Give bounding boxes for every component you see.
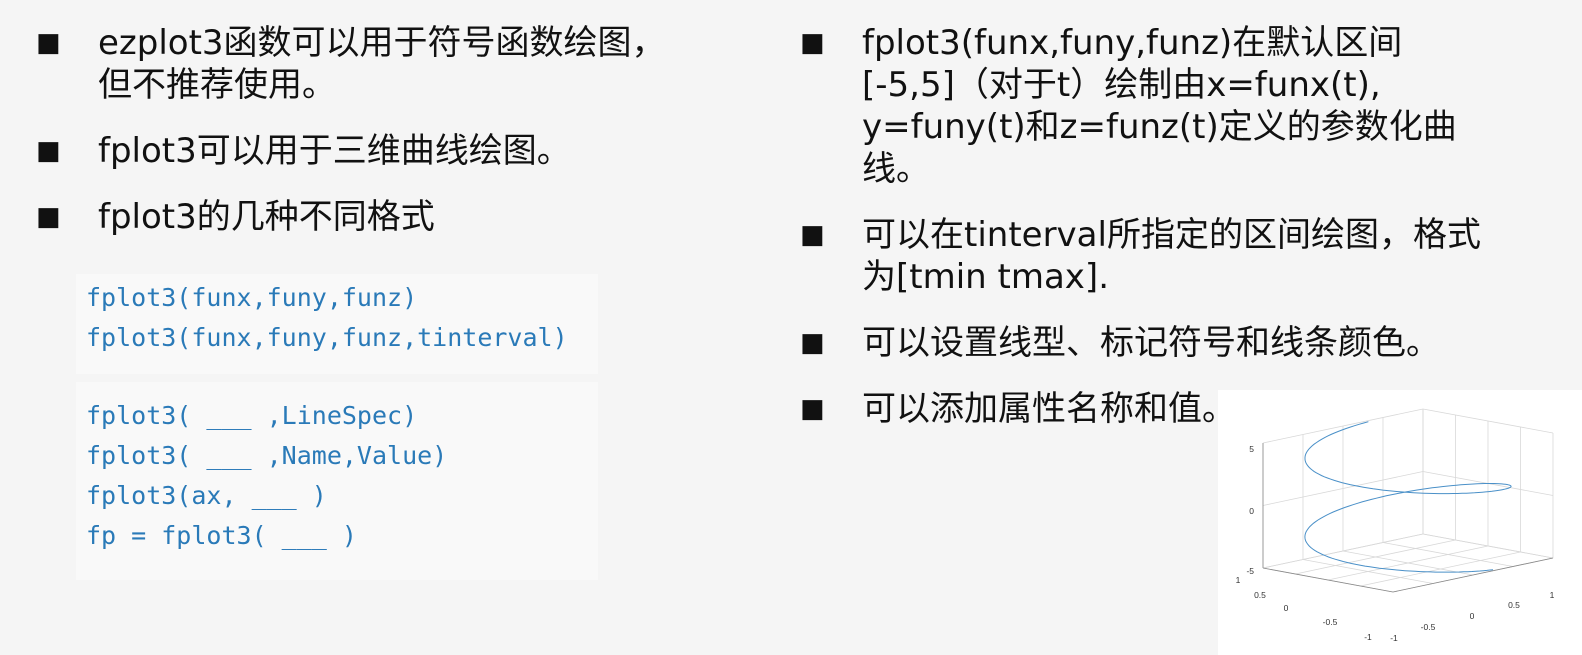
y-tick-label: 0 xyxy=(1470,611,1475,621)
bullet-item: ■ 可以在tinterval所指定的区间绘图，格式为[tmin tmax]. xyxy=(800,214,1520,298)
y-tick-label: 1 xyxy=(1550,590,1555,600)
bullet-item: ■ fplot3(funx,funy,funz)在默认区间[-5,5]（对于t）… xyxy=(800,22,1520,190)
code-line: fplot3( ___ ,Name,Value) xyxy=(86,441,448,470)
helix-plot: 5 0 -5 1 0.5 0 -0.5 -1 -1 -0.5 0 0.5 1 xyxy=(1236,408,1555,643)
bullet-square-icon: ■ xyxy=(36,136,61,166)
z-tick-label: 5 xyxy=(1249,444,1254,454)
bullet-text: fplot3可以用于三维曲线绘图。 xyxy=(98,131,571,171)
x-tick-label: -1 xyxy=(1364,632,1372,642)
x-tick-label: 0 xyxy=(1284,603,1289,613)
bullet-text: 可以在tinterval所指定的区间绘图，格式为[tmin tmax]. xyxy=(862,215,1481,297)
bullet-square-icon: ■ xyxy=(800,394,825,424)
bullet-text: fplot3(funx,funy,funz)在默认区间[-5,5]（对于t）绘制… xyxy=(862,23,1457,189)
z-tick-label: -5 xyxy=(1246,566,1254,576)
code-line: fplot3(funx,funy,funz) xyxy=(86,283,418,312)
code-line: fplot3(ax, ___ ) xyxy=(86,481,327,510)
code-block-basic-syntax: fplot3(funx,funy,funz) fplot3(funx,funy,… xyxy=(76,274,598,374)
code-line: fplot3(funx,funy,funz,tinterval) xyxy=(86,323,568,352)
x-tick-label: -0.5 xyxy=(1323,617,1338,627)
z-tick-label: 0 xyxy=(1249,506,1254,516)
bullet-item: ■ 可以设置线型、标记符号和线条颜色。 xyxy=(800,322,1520,364)
bullet-square-icon: ■ xyxy=(800,220,825,250)
y-tick-label: 0.5 xyxy=(1508,600,1520,610)
bullet-item: ■ fplot3可以用于三维曲线绘图。 xyxy=(36,130,736,172)
bullet-text: 可以设置线型、标记符号和线条颜色。 xyxy=(862,323,1440,363)
left-column: ■ ezplot3函数可以用于符号函数绘图，但不推荐使用。 ■ fplot3可以… xyxy=(36,22,736,262)
bullet-item: ■ fplot3的几种不同格式 xyxy=(36,196,736,238)
bullet-square-icon: ■ xyxy=(36,28,61,58)
code-line: fp = fplot3( ___ ) xyxy=(86,521,357,550)
helix-curve xyxy=(1304,421,1512,573)
bullet-square-icon: ■ xyxy=(800,328,825,358)
bullet-text: 可以添加属性名称和值。 xyxy=(862,389,1236,429)
code-block-extended-syntax: fplot3( ___ ,LineSpec) fplot3( ___ ,Name… xyxy=(76,382,598,580)
x-tick-label: 1 xyxy=(1236,575,1241,585)
plot-axes-box xyxy=(1262,408,1554,593)
code-line: fplot3( ___ ,LineSpec) xyxy=(86,401,418,430)
helix-plot-figure: 5 0 -5 1 0.5 0 -0.5 -1 -1 -0.5 0 0.5 1 xyxy=(1218,390,1582,655)
x-tick-label: 0.5 xyxy=(1254,590,1266,600)
y-tick-label: -1 xyxy=(1390,633,1398,643)
bullet-text: fplot3的几种不同格式 xyxy=(98,197,435,237)
y-tick-label: -0.5 xyxy=(1421,622,1436,632)
bullet-item: ■ ezplot3函数可以用于符号函数绘图，但不推荐使用。 xyxy=(36,22,736,106)
bullet-square-icon: ■ xyxy=(36,202,61,232)
bullet-square-icon: ■ xyxy=(800,28,825,58)
bullet-text: ezplot3函数可以用于符号函数绘图，但不推荐使用。 xyxy=(98,23,666,105)
